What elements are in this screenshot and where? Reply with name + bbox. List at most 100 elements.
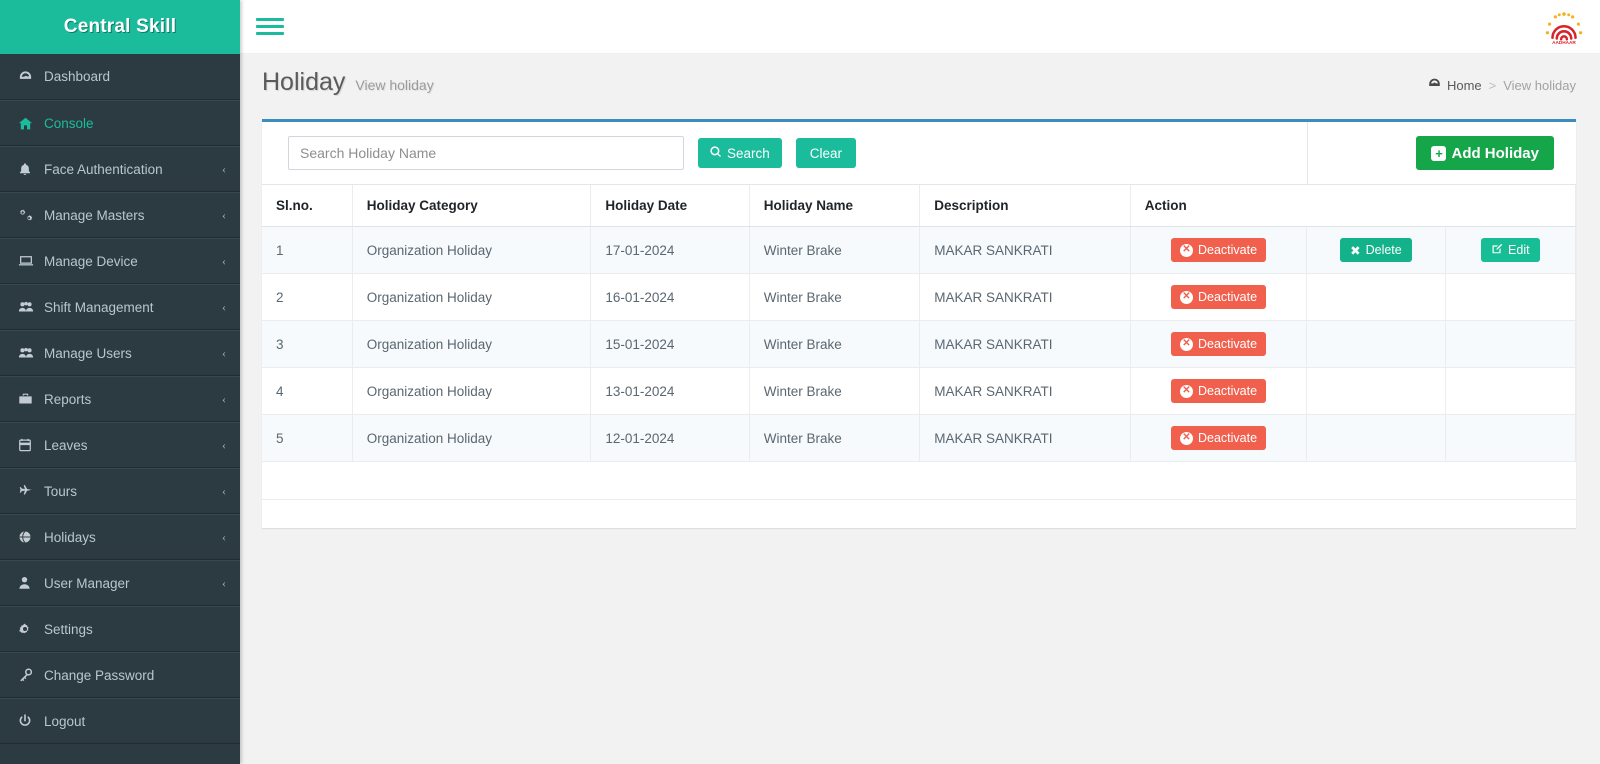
page-title: Holiday: [262, 68, 346, 96]
breadcrumb: Home > View holiday: [1428, 77, 1576, 93]
cell-holiday-name: Winter Brake: [749, 367, 921, 415]
breadcrumb-home[interactable]: Home: [1428, 77, 1482, 93]
cell-date: 17-01-2024: [590, 226, 750, 274]
cell-action-delete: ✖ Delete: [1306, 226, 1446, 274]
sidebar-item-console[interactable]: Console: [0, 100, 240, 146]
home-icon: [18, 116, 44, 131]
sidebar-item-label: Logout: [44, 713, 86, 729]
deactivate-button[interactable]: ✕ Deactivate: [1170, 238, 1267, 262]
search-input[interactable]: [288, 136, 684, 170]
dashboard-icon: [18, 69, 44, 84]
power-icon: [18, 714, 44, 728]
deactivate-label: Deactivate: [1197, 243, 1258, 257]
search-button-label: Search: [727, 145, 770, 161]
x-circle-icon: ✕: [1179, 431, 1193, 445]
chevron-left-icon: ‹: [222, 391, 226, 406]
holiday-table: Sl.no. Holiday Category Holiday Date Hol…: [262, 185, 1577, 462]
cell-category: Organization Holiday: [352, 320, 592, 368]
col-header-description: Description: [919, 185, 1131, 227]
cell-action-edit: [1445, 320, 1577, 368]
add-holiday-button[interactable]: + Add Holiday: [1416, 136, 1554, 170]
plane-icon: [18, 484, 44, 498]
sidebar-item-tours[interactable]: Tours ‹: [0, 468, 240, 514]
sidebar-item-label: Tours: [44, 483, 78, 499]
table-row: 1 Organization Holiday 17-01-2024 Winter Br…: [262, 226, 1577, 274]
app-root: Central Skill Dashboard Console Face Authe…: [0, 0, 1600, 764]
topbar: AADHAAR: [240, 0, 1600, 54]
search-icon: [710, 145, 722, 161]
table-head: Sl.no. Holiday Category Holiday Date Hol…: [262, 185, 1577, 227]
deactivate-button[interactable]: ✕ Deactivate: [1170, 332, 1267, 356]
sidebar-item-label: Manage Masters: [44, 207, 145, 223]
sidebar-item-manage-device[interactable]: Manage Device ‹: [0, 238, 240, 284]
sidebar-item-logout[interactable]: Logout: [0, 698, 240, 744]
sidebar-item-settings[interactable]: Settings: [0, 606, 240, 652]
breadcrumb-separator: >: [1488, 77, 1497, 93]
deactivate-label: Deactivate: [1197, 431, 1258, 445]
deactivate-button[interactable]: ✕ Deactivate: [1170, 426, 1267, 450]
cell-category: Organization Holiday: [352, 414, 592, 462]
table-row: 3 Organization Holiday 15-01-2024 Winter Br…: [262, 320, 1577, 368]
cell-action-edit: [1445, 273, 1577, 321]
gear-icon: [18, 622, 44, 636]
chevron-left-icon: ‹: [222, 253, 226, 268]
sidebar-item-manage-users[interactable]: Manage Users ‹: [0, 330, 240, 376]
search-button[interactable]: Search: [698, 138, 782, 168]
sidebar-item-shift-management[interactable]: Shift Management ‹: [0, 284, 240, 330]
cell-date: 12-01-2024: [590, 414, 750, 462]
card-bottom-padding: [262, 500, 1576, 528]
cell-date: 15-01-2024: [590, 320, 750, 368]
plus-icon: +: [1431, 145, 1447, 161]
sidebar-item-user-manager[interactable]: User Manager ‹: [0, 560, 240, 606]
breadcrumb-home-label: Home: [1446, 77, 1482, 93]
brand-logo[interactable]: Central Skill: [0, 0, 240, 54]
deactivate-button[interactable]: ✕ Deactivate: [1170, 285, 1267, 309]
toolbar-right: + Add Holiday: [1308, 122, 1576, 184]
calendar-icon: [18, 438, 44, 452]
table-footer-row: [262, 462, 1576, 500]
dashboard-icon: [1428, 77, 1441, 93]
cell-action-deactivate: ✕ Deactivate: [1130, 273, 1308, 321]
table-row: 2 Organization Holiday 16-01-2024 Winter Br…: [262, 273, 1577, 321]
holiday-card: Search Clear + Add Holiday Sl.no.: [262, 119, 1577, 528]
cell-slno: 3: [262, 320, 353, 368]
chevron-left-icon: ‹: [222, 483, 226, 498]
sidebar-item-label: Settings: [44, 621, 93, 637]
cell-slno: 1: [262, 226, 353, 274]
clear-button[interactable]: Clear: [795, 138, 857, 168]
cell-holiday-name: Winter Brake: [749, 414, 921, 462]
sidebar-item-label: Holidays: [44, 529, 96, 545]
clear-button-label: Clear: [809, 145, 843, 161]
col-header-date: Holiday Date: [590, 185, 750, 227]
briefcase-icon: [18, 392, 44, 406]
sidebar-item-dashboard[interactable]: Dashboard: [0, 54, 240, 100]
hamburger-icon[interactable]: [256, 10, 284, 43]
sidebar-item-change-password[interactable]: Change Password: [0, 652, 240, 698]
edit-button[interactable]: Edit: [1481, 238, 1540, 262]
cell-action-delete: [1306, 273, 1446, 321]
page-subtitle: View holiday: [355, 77, 434, 93]
edit-label: Edit: [1508, 243, 1530, 257]
cell-date: 13-01-2024: [590, 367, 750, 415]
chevron-left-icon: ‹: [222, 345, 226, 360]
col-header-slno: Sl.no.: [262, 185, 353, 227]
cell-action-deactivate: ✕ Deactivate: [1130, 320, 1308, 368]
main-area: AADHAAR Holiday View holiday Home > View…: [240, 0, 1600, 764]
sidebar-item-reports[interactable]: Reports ‹: [0, 376, 240, 422]
sidebar-item-label: Change Password: [44, 667, 155, 683]
gears-icon: [18, 208, 44, 223]
cell-holiday-name: Winter Brake: [749, 320, 921, 368]
deactivate-button[interactable]: ✕ Deactivate: [1170, 379, 1267, 403]
cell-action-edit: [1445, 414, 1577, 462]
delete-button[interactable]: ✖ Delete: [1340, 238, 1412, 262]
chevron-left-icon: ‹: [222, 575, 226, 590]
x-circle-icon: ✕: [1179, 290, 1193, 304]
laptop-icon: [18, 254, 44, 268]
sidebar-item-face-authentication[interactable]: Face Authentication ‹: [0, 146, 240, 192]
sidebar-item-holidays[interactable]: Holidays ‹: [0, 514, 240, 560]
table-row: 4 Organization Holiday 13-01-2024 Winter Br…: [262, 367, 1577, 415]
sidebar-item-manage-masters[interactable]: Manage Masters ‹: [0, 192, 240, 238]
add-holiday-label: Add Holiday: [1451, 144, 1539, 162]
sidebar-item-leaves[interactable]: Leaves ‹: [0, 422, 240, 468]
cell-slno: 5: [262, 414, 353, 462]
